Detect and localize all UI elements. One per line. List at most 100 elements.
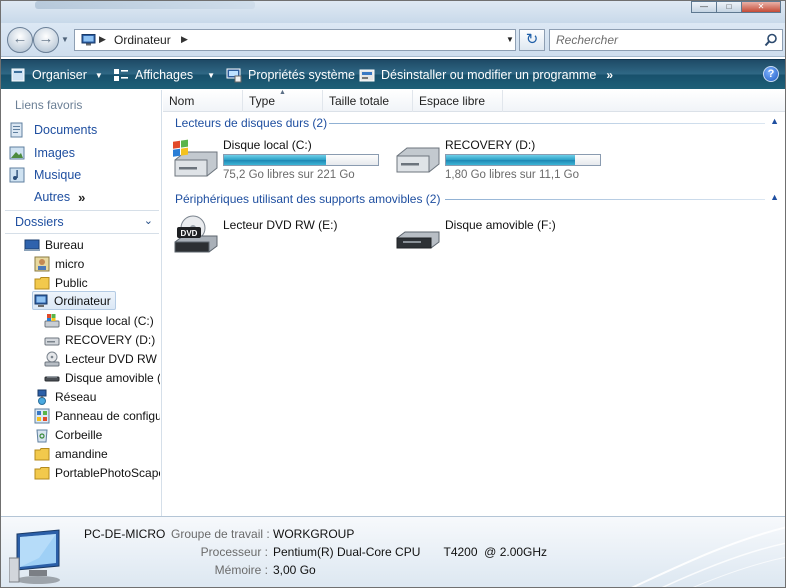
forward-button[interactable]: → [33, 27, 59, 53]
tree-label: Disque amovible ( [65, 370, 160, 385]
tree-label: RECOVERY (D:) [65, 332, 156, 347]
dvd-badge: DVD [181, 229, 198, 238]
tree-label: Bureau [45, 237, 84, 252]
drive-c[interactable]: Disque local (C:) 75,2 Go libres sur 221… [171, 138, 391, 184]
group-removable-header[interactable]: Périphériques utilisant des supports amo… [175, 190, 440, 208]
recent-pages-dropdown[interactable]: ▼ [61, 35, 69, 44]
removable-drive-icon [44, 375, 60, 381]
chevron-down-icon: ▼ [94, 70, 103, 80]
tree-label: Disque local (C:) [65, 313, 154, 328]
tree-item-user[interactable]: micro [34, 254, 160, 273]
computer-large-icon [9, 529, 60, 584]
organize-label: Organiser [32, 68, 87, 82]
drive-name: Lecteur DVD RW (E:) [223, 218, 338, 232]
drive-name: RECOVERY (D:) [445, 138, 536, 152]
tree-item-network[interactable]: Réseau [34, 387, 160, 406]
tree-item-computer[interactable]: Ordinateur [32, 291, 116, 310]
explorer-window: — □ ✕ ← → ▼ ▶ Ordinateur ▶ ▼ ↻ Recherche… [0, 0, 786, 588]
folders-header[interactable]: Dossiers ⌄ [5, 211, 159, 233]
folder-icon [34, 447, 50, 460]
favorite-documents[interactable]: Documents [9, 120, 97, 140]
column-name[interactable]: Nom [163, 90, 243, 112]
tree-item-drive-d[interactable]: RECOVERY (D:) [44, 330, 160, 349]
address-chevron-icon[interactable]: ▶ [181, 34, 188, 45]
search-box[interactable]: Rechercher [549, 29, 783, 51]
tree-label: Réseau [55, 389, 97, 404]
address-location[interactable]: Ordinateur [114, 33, 171, 47]
address-chevron-icon[interactable]: ▶ [99, 34, 106, 45]
window-controls: — □ ✕ [691, 1, 781, 13]
favorites-more-link[interactable]: Autres » [34, 187, 85, 207]
windows-drive-icon [173, 139, 218, 177]
tree-item-control-panel[interactable]: Panneau de configu [34, 406, 160, 425]
group-divider [329, 123, 765, 124]
organize-menu[interactable]: Organiser ▼ [10, 60, 103, 90]
system-properties-label: Propriétés système [248, 68, 355, 82]
refresh-button[interactable]: ↻ [519, 29, 545, 51]
tree-item-amandine[interactable]: amandine [34, 444, 160, 463]
tree-label: Ordinateur [54, 293, 111, 308]
system-properties-button[interactable]: Propriétés système [226, 60, 355, 90]
tree-item-desktop[interactable]: Bureau [24, 235, 160, 254]
workgroup-label: Groupe de travail : [171, 527, 270, 541]
search-input[interactable]: Rechercher [556, 33, 618, 47]
system-properties-icon [226, 68, 242, 83]
favorites-header: Liens favoris [15, 98, 83, 112]
collapse-group-icon[interactable]: ▲ [770, 116, 779, 126]
address-history-dropdown[interactable]: ▼ [503, 29, 517, 51]
title-bar: — □ ✕ [1, 1, 785, 23]
tree-label: amandine [55, 446, 108, 461]
documents-icon [10, 122, 23, 138]
navigation-pane: Liens favoris Documents Images Musique A… [1, 90, 162, 516]
memory-value: 3,00 Go [273, 563, 316, 577]
drive-icon [396, 147, 440, 173]
removable-drive-icon [396, 231, 440, 249]
group-title: Lecteurs de disques durs (2) [175, 116, 328, 130]
maximize-button[interactable]: □ [716, 1, 742, 13]
drive-dvd[interactable]: DVD Lecteur DVD RW (E:) [171, 214, 371, 260]
back-button[interactable]: ← [7, 27, 33, 53]
tree-item-recycle-bin[interactable]: Corbeille [34, 425, 160, 444]
group-divider [445, 199, 765, 200]
navigation-bar: ← → ▼ ▶ Ordinateur ▶ ▼ ↻ Rechercher [1, 23, 785, 57]
close-button[interactable]: ✕ [741, 1, 781, 13]
drive-icon [44, 337, 60, 345]
tree-item-drive-c[interactable]: Disque local (C:) [44, 311, 160, 330]
collapse-group-icon[interactable]: ▲ [770, 192, 779, 202]
computer-icon [81, 34, 96, 46]
tree-item-removable[interactable]: Disque amovible ( [44, 368, 160, 387]
address-bar[interactable]: ▶ Ordinateur ▶ [74, 29, 516, 51]
tree-item-public[interactable]: Public [34, 273, 160, 292]
drive-name: Disque amovible (F:) [445, 218, 556, 232]
tree-label: Corbeille [55, 427, 103, 442]
pictures-icon [9, 146, 25, 160]
views-menu[interactable]: Affichages ▼ [113, 60, 215, 90]
help-button[interactable]: ? [763, 66, 779, 82]
favorite-music[interactable]: Musique [9, 165, 81, 185]
refresh-icon: ↻ [525, 31, 539, 48]
column-total-size[interactable]: Taille totale [323, 90, 413, 112]
favorite-images[interactable]: Images [9, 143, 75, 163]
uninstall-program-button[interactable]: Désinstaller ou modifier un programme » [359, 60, 613, 90]
free-space-text: 75,2 Go libres sur 221 Go [223, 169, 355, 181]
minimize-button[interactable]: — [691, 1, 717, 13]
title-bar-ghost [35, 1, 255, 9]
tree-item-portablephotoscape[interactable]: PortablePhotoScape [34, 463, 160, 482]
folder-icon [34, 466, 50, 479]
tree-label: Panneau de configu [55, 408, 160, 423]
usage-bar-fill [224, 155, 326, 165]
drive-name: Disque local (C:) [223, 138, 312, 152]
computer-name: PC-DE-MICRO [84, 527, 166, 541]
group-hard-drives-header[interactable]: Lecteurs de disques durs (2) [175, 114, 327, 132]
double-chevron-icon: » [78, 189, 86, 205]
tree-item-dvd[interactable]: Lecteur DVD RW ( [44, 349, 160, 368]
drive-removable[interactable]: Disque amovible (F:) [393, 214, 593, 260]
drive-d[interactable]: RECOVERY (D:) 1,80 Go libres sur 11,1 Go [393, 138, 613, 184]
music-icon [9, 167, 25, 183]
favorite-label: Images [34, 146, 75, 160]
search-icon[interactable] [764, 33, 778, 47]
user-folder-icon [34, 256, 50, 271]
column-free-space[interactable]: Espace libre [413, 90, 503, 112]
favorites-more-label: Autres [34, 190, 71, 204]
command-bar: Organiser ▼ Affichages ▼ Propriétés syst… [1, 59, 785, 90]
